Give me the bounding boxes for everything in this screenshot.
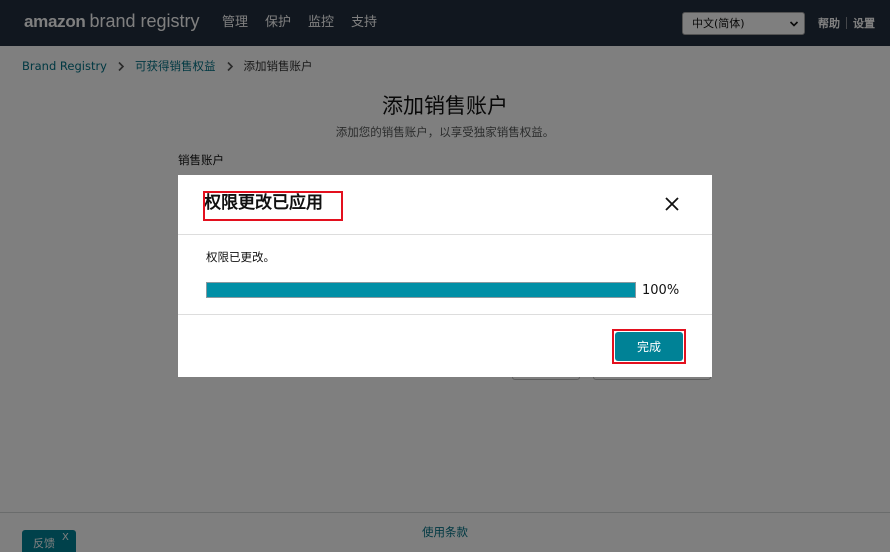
status-message: 权限已更改。 — [206, 250, 275, 264]
dialog-title: 权限更改已应用 — [204, 193, 323, 213]
dialog-body: 权限已更改。 100% — [178, 235, 712, 315]
progress-bar — [206, 282, 636, 298]
dialog-header: 权限更改已应用 — [178, 175, 712, 235]
permission-change-dialog: 权限更改已应用 权限已更改。 100% 完成 — [178, 175, 712, 377]
done-button[interactable]: 完成 — [615, 332, 683, 361]
dialog-footer: 完成 — [178, 315, 712, 377]
close-icon[interactable] — [662, 194, 682, 214]
progress-bar-fill — [207, 283, 635, 297]
progress-percent: 100% — [642, 283, 680, 298]
